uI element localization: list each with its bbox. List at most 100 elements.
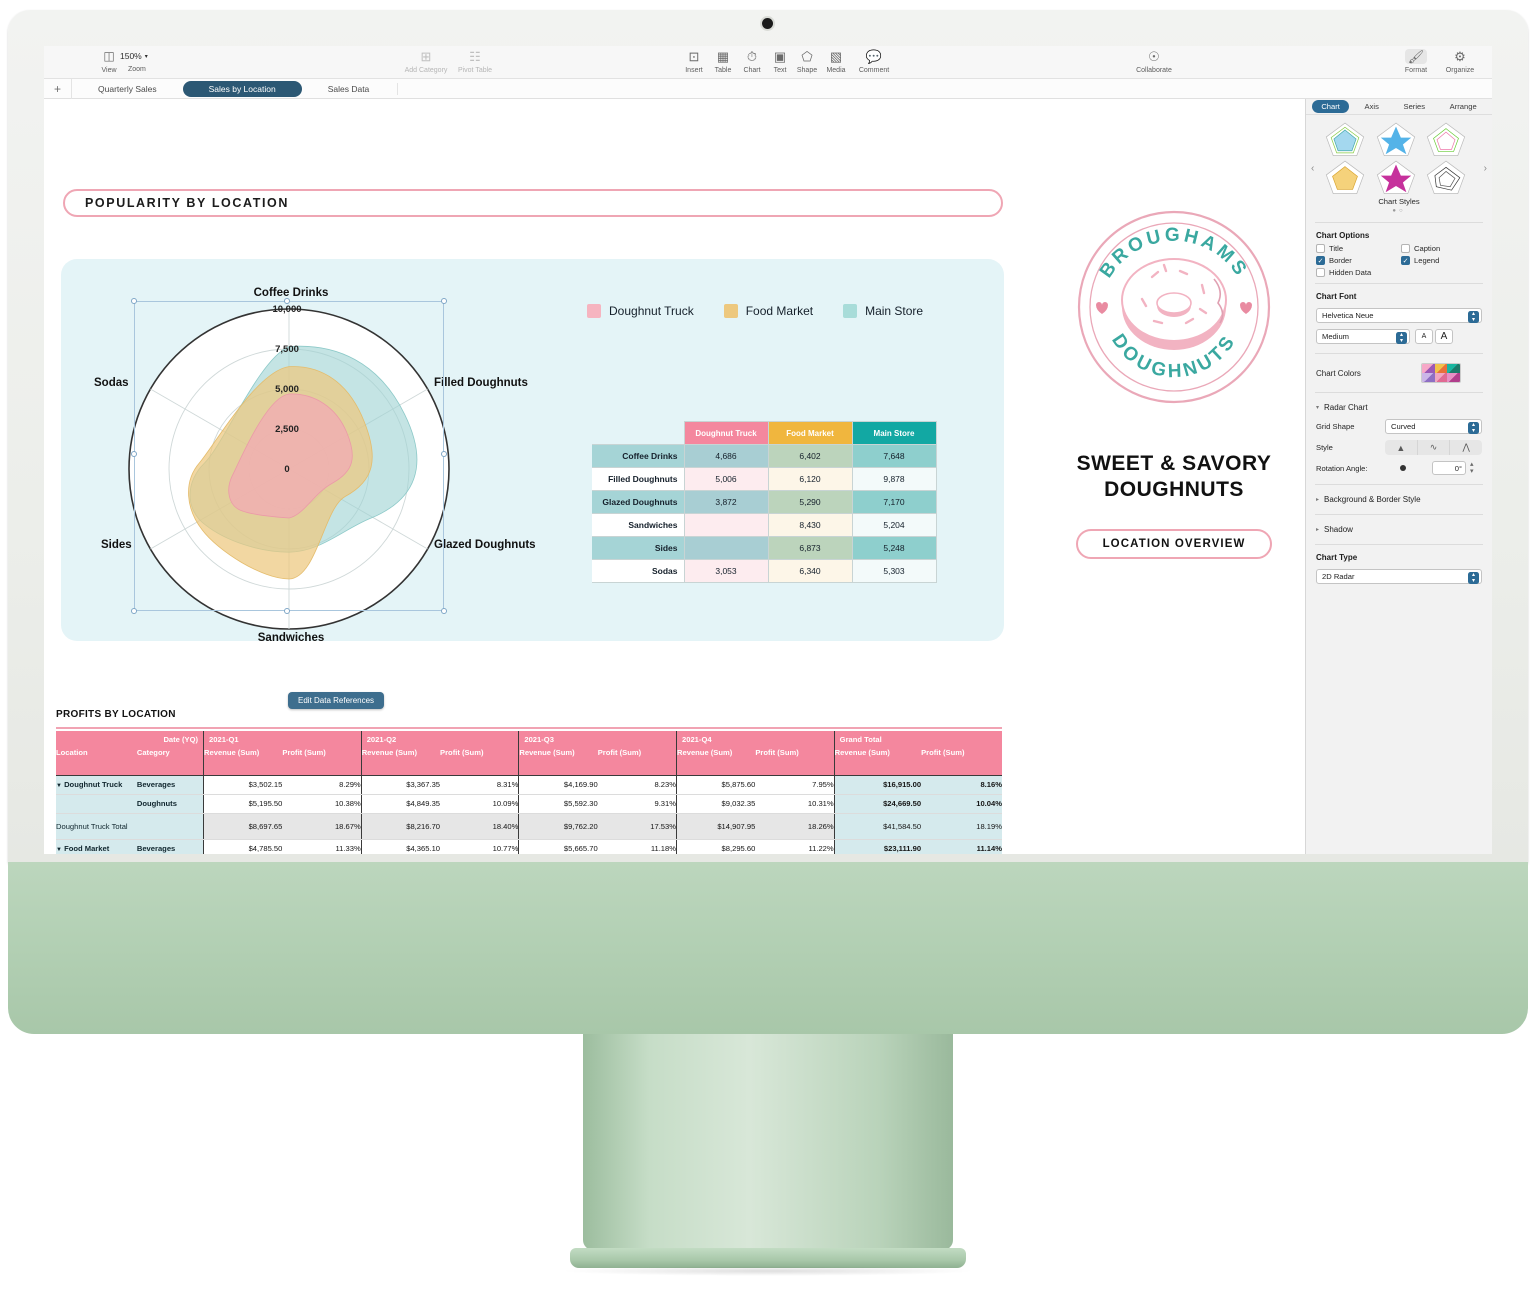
chart-style-thumb-1[interactable] [1324,121,1366,157]
chart-styles-page-dots[interactable]: ●○ [1324,208,1474,214]
stepper-icon[interactable]: ▴ ▾ [1468,421,1479,434]
sheet-tab-quarterly-sales[interactable]: Quarterly Sales [84,81,171,97]
chevron-right-icon[interactable]: ▸ [1316,526,1319,533]
pivot-quarter-q3: 2021-Q3 [518,731,677,748]
column-header-main-store[interactable]: Main Store [851,421,937,445]
radar-chart-section-header[interactable]: ▾ Radar Chart [1306,399,1492,416]
tab-arrange[interactable]: Arrange [1441,100,1486,113]
popularity-data-table[interactable]: Doughnut Truck Food Market Main Store Co… [592,421,937,583]
chevron-left-icon[interactable]: ‹ [1311,163,1314,174]
sheet-tab-sales-data[interactable]: Sales Data [314,81,384,97]
increase-font-size-button[interactable]: A [1435,329,1453,344]
checkbox-box[interactable] [1316,268,1325,277]
grid-shape-row: Grid Shape Curved ▴ ▾ [1306,416,1492,437]
checkbox-box[interactable] [1401,244,1410,253]
tab-axis[interactable]: Axis [1356,100,1388,113]
stepper-icon[interactable]: ▴ ▾ [1468,310,1479,323]
checkbox-label: Caption [1414,244,1441,253]
cell-rev-q1: $4,785.50 [203,839,283,854]
font-family-select[interactable]: Helvetica Neue ▴ ▾ [1316,308,1482,323]
disclosure-triangle-icon[interactable]: ▼ [56,847,62,853]
shadow-label: Shadow [1324,525,1353,534]
edit-data-references-button[interactable]: Edit Data References [288,692,385,709]
chart-style-thumb-4[interactable] [1324,159,1366,195]
checkbox-caption[interactable]: Caption [1401,244,1482,253]
profits-pivot-table[interactable]: Date (YQ) 2021-Q1 2021-Q2 2021-Q3 2021-Q… [56,731,1002,854]
checkbox-border[interactable]: ✓ Border [1316,256,1397,265]
chart-colors-swatch[interactable] [1421,363,1461,383]
chart-style-thumb-3[interactable] [1425,121,1467,157]
canvas-scroll-area[interactable]: POPULARITY BY LOCATION 10,000 7,500 5,00… [44,99,1305,854]
row-location-doughnut-truck[interactable]: ▼ Doughnut Truck [56,775,137,795]
chart-style-thumb-5[interactable] [1375,159,1417,195]
chart-style-thumb-6[interactable] [1425,159,1467,195]
checkbox-label: Legend [1414,256,1440,265]
rotation-dial-handle[interactable] [1400,465,1406,471]
resize-handle-s[interactable] [284,608,290,614]
style-option-filled-icon[interactable]: ▲ [1385,440,1418,455]
organize-button[interactable]: ⚙ Organize [1436,49,1484,74]
resize-handle-ne[interactable] [441,298,447,304]
collaborate-button[interactable]: ☉ Collaborate [1124,49,1184,74]
grid-shape-select[interactable]: Curved ▴ ▾ [1385,419,1482,434]
format-button[interactable]: 🖌 Format [1394,49,1438,74]
chevron-down-icon[interactable]: ▾ [1316,404,1319,411]
comment-button[interactable]: 💬 Comment [849,49,899,74]
checkbox-box[interactable]: ✓ [1316,256,1325,265]
legend-item-main-store[interactable]: Main Store [843,304,923,318]
row-location-food-market[interactable]: ▼ Food Market [56,839,137,854]
style-label: Style [1316,443,1333,452]
pivot-table-button[interactable]: ☷ Pivot Table [450,49,500,74]
cell-prof-q2: 8.31% [440,775,519,795]
brand-logo: BROUGHAMS DOUGHNUTS [1074,207,1274,412]
rotation-dial[interactable] [1384,462,1428,475]
legend-item-food-market[interactable]: Food Market [723,304,813,318]
font-weight-select[interactable]: Medium ▴ ▾ [1316,329,1410,344]
chart-style-thumb-2[interactable] [1375,121,1417,157]
shadow-section[interactable]: ▸ Shadow [1306,521,1492,538]
legend-item-doughnut-truck[interactable]: Doughnut Truck [587,304,694,318]
rotation-stepper-icon[interactable]: ▴ ▾ [1470,461,1474,475]
checkbox-title[interactable]: Title [1316,244,1397,253]
stepper-icon[interactable]: ▴ ▾ [1396,331,1407,344]
cell-prof-total: 8.16% [921,775,1002,795]
resize-handle-e[interactable] [441,451,447,457]
add-category-button[interactable]: ⊞ Add Category [396,49,456,74]
style-segmented-control[interactable]: ▲ ∿ ⋀ [1385,440,1482,455]
stepper-icon[interactable]: ▴ ▾ [1468,571,1479,584]
resize-handle-sw[interactable] [131,608,137,614]
style-option-line-icon[interactable]: ∿ [1418,440,1451,455]
chevron-right-icon[interactable]: › [1484,163,1487,174]
resize-handle-w[interactable] [131,451,137,457]
rotation-angle-input[interactable]: 0° [1432,461,1466,475]
tab-chart[interactable]: Chart [1312,100,1349,113]
location-overview-pill[interactable]: LOCATION OVERVIEW [1076,529,1272,559]
decrease-font-size-button[interactable]: A [1415,329,1433,344]
disclosure-triangle-icon[interactable]: ▼ [56,783,62,789]
style-option-peaks-icon[interactable]: ⋀ [1450,440,1482,455]
page-title-banner[interactable]: POPULARITY BY LOCATION [63,189,1003,217]
chart-selection-frame[interactable] [131,298,447,614]
chevron-right-icon[interactable]: ▸ [1316,496,1319,503]
column-header-doughnut-truck[interactable]: Doughnut Truck [683,421,769,445]
resize-handle-n[interactable] [284,298,290,304]
location-overview-label: LOCATION OVERVIEW [1102,538,1246,550]
checkbox-box[interactable] [1316,244,1325,253]
chart-type-select[interactable]: 2D Radar ▴ ▾ [1316,569,1482,584]
cell-sides-doughnut-truck [683,536,769,560]
checkbox-hidden-data[interactable]: Hidden Data [1316,268,1397,277]
checkbox-box[interactable]: ✓ [1401,256,1410,265]
checkbox-legend[interactable]: ✓ Legend [1401,256,1482,265]
format-inspector-panel: Chart Axis Series Arrange ‹ › Chart Styl… [1305,99,1492,854]
background-border-style-section[interactable]: ▸ Background & Border Style [1306,491,1492,508]
column-header-food-market[interactable]: Food Market [767,421,853,445]
divider [1315,353,1483,354]
resize-handle-se[interactable] [441,608,447,614]
add-sheet-button[interactable]: + [44,78,72,99]
sheet-tab-sales-by-location[interactable]: Sales by Location [182,80,302,97]
zoom-dropdown[interactable]: 150% ▾ [116,50,152,62]
chart-legend[interactable]: Doughnut Truck Food Market Main Store [587,304,923,318]
tab-series[interactable]: Series [1395,100,1435,113]
resize-handle-nw[interactable] [131,298,137,304]
tab-separator [397,82,399,95]
